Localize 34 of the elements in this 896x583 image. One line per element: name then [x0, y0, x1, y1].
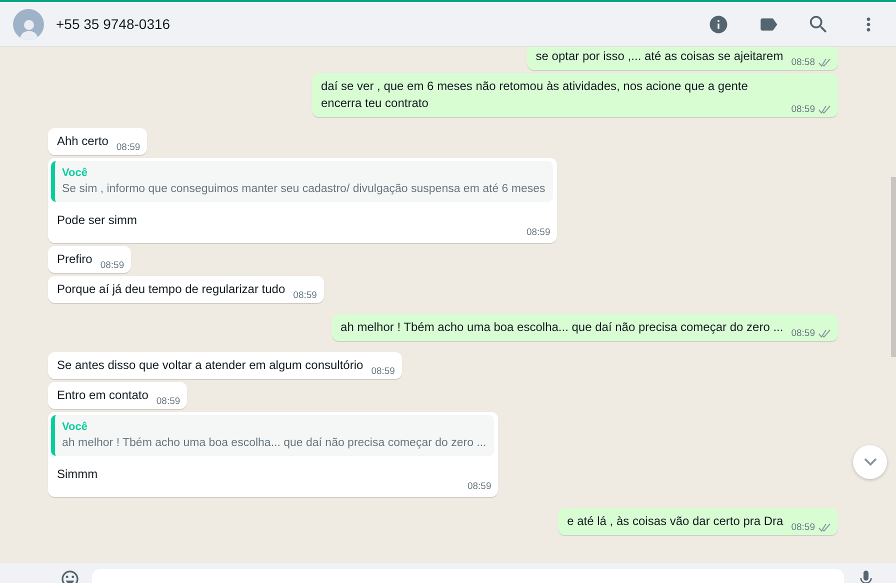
- message-time: 08:59: [791, 522, 815, 533]
- message-time: 08:59: [791, 328, 815, 339]
- message-time: 08:59: [116, 142, 140, 153]
- message-text: ah melhor ! Tbém acho uma boa escolha... que daí não precisa começar do zero ...: [340, 319, 784, 336]
- quoted-message[interactable]: Você Se sim , informo que conseguimos manter seu cadastro/ divulgação suspensa em até 6 meses: [51, 161, 554, 202]
- message-time: 08:59: [791, 104, 815, 115]
- person-silhouette-icon: [18, 18, 38, 40]
- quoted-message[interactable]: Você ah melhor ! Tbém acho uma boa escolha... que daí não precisa começar do zero ...: [51, 415, 494, 456]
- message-text: Porque aí já deu tempo de regularizar tudo: [57, 281, 286, 298]
- scroll-down-button[interactable]: [853, 445, 887, 479]
- message-text: daí se ver , que em 6 meses não retomou às atividades, nos acione que a gente encerra teu contrato: [321, 78, 749, 112]
- message-text: se optar por isso ,... até as coisas se ajeitarem: [536, 48, 784, 65]
- scrollbar-thumb[interactable]: [891, 177, 896, 357]
- emoji-icon[interactable]: [60, 569, 80, 583]
- quote-text: ah melhor ! Tbém acho uma boa escolha... que daí não precisa começar do zero ...: [62, 437, 486, 449]
- quote-text: Se sim , informo que conseguimos manter seu cadastro/ divulgação suspensa em até 6 meses: [62, 183, 546, 195]
- contact-name[interactable]: +55 35 9748-0316: [56, 16, 680, 32]
- quote-author: Você: [62, 421, 88, 433]
- message-time: 08:59: [156, 396, 180, 407]
- message-text: Entro em contato: [57, 387, 148, 404]
- message-time: 08:59: [467, 481, 492, 492]
- message-text: Simmm: [57, 466, 99, 483]
- message-text: Se antes disso que voltar a atender em algum consultório: [57, 357, 364, 374]
- message-time: 08:59: [371, 366, 395, 377]
- chevron-down-icon: [864, 458, 876, 466]
- message-text: Prefiro: [57, 251, 92, 268]
- message-time: 08:59: [100, 260, 124, 271]
- quote-author: Você: [62, 167, 88, 179]
- message-text: Ahh certo: [57, 133, 108, 150]
- message-time: 08:59: [526, 227, 550, 238]
- message-text: e até lá , às coisas vão dar certo pra Dra: [567, 513, 784, 530]
- message-time: 08:59: [293, 290, 317, 301]
- message-text: Pode ser simm: [57, 212, 138, 229]
- message-time: 08:58: [791, 57, 815, 68]
